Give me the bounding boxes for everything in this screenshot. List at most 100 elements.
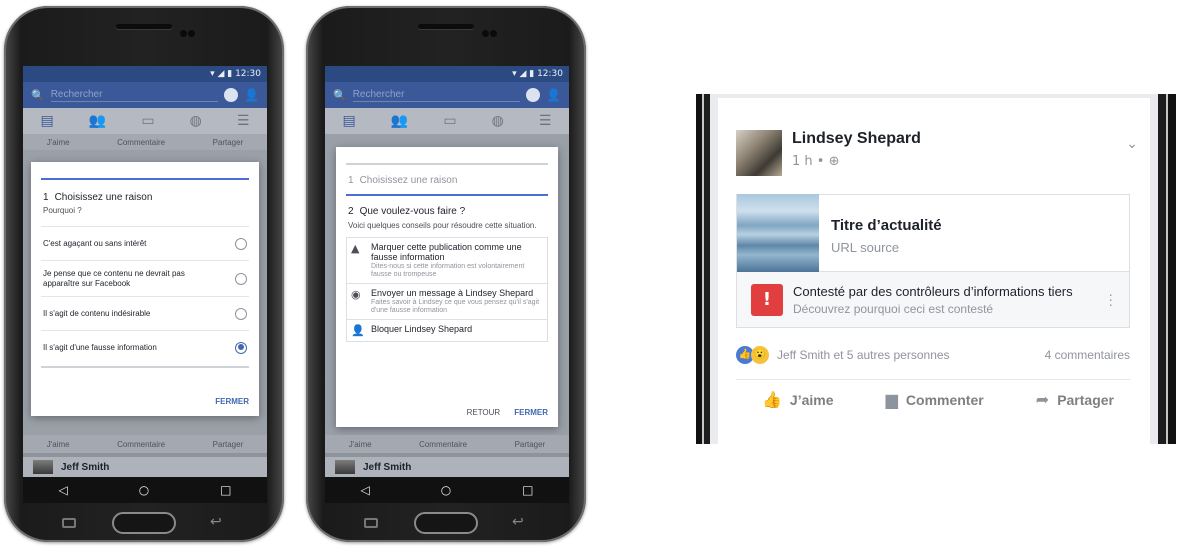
- disputed-subtitle[interactable]: Découvrez pourquoi ceci est contesté: [793, 302, 1073, 316]
- friends-icon[interactable]: 👤: [546, 88, 561, 102]
- tab-friends-icon[interactable]: 👥: [391, 113, 408, 129]
- close-button[interactable]: FERMER: [514, 408, 548, 417]
- feed-background: J'aime Commentaire Partager Jeff Smith: [23, 435, 267, 477]
- post-author[interactable]: Jeff Smith: [61, 462, 109, 473]
- like-button[interactable]: 👍 J’aime: [762, 390, 834, 409]
- hardware-recents-key[interactable]: [62, 518, 76, 528]
- close-button[interactable]: FERMER: [215, 397, 249, 406]
- step1-heading: 1 Choisissez une raison: [43, 192, 153, 203]
- avatar[interactable]: [33, 460, 53, 474]
- tab-menu-icon[interactable]: ☰: [539, 113, 552, 129]
- step1-progress: [41, 178, 249, 180]
- step2-heading: 2 Que voulez-vous faire ?: [348, 206, 466, 217]
- hardware-recents-key[interactable]: [364, 518, 378, 528]
- hardware-home-button[interactable]: [112, 512, 176, 534]
- post-action-row: J'aime Commentaire Partager: [23, 435, 267, 453]
- avatar[interactable]: [335, 460, 355, 474]
- phone-left: ▾ ◢ ▮ 12:30 🔍 Rechercher 👤 ▤ 👥 ▭ ◍ ☰ J'a…: [4, 6, 284, 542]
- search-icon[interactable]: 🔍: [333, 89, 347, 102]
- option-annoying[interactable]: C'est agaçant ou sans intérêt: [41, 226, 249, 260]
- like-button[interactable]: J'aime: [47, 138, 70, 147]
- status-bar: ▾ ◢ ▮ 12:30: [23, 66, 267, 82]
- hardware-back-key[interactable]: ↩: [512, 514, 524, 530]
- tab-globe-icon[interactable]: ◍: [190, 113, 202, 129]
- disputed-banner[interactable]: ! Contesté par des contrôleurs d’informa…: [736, 272, 1130, 328]
- search-input[interactable]: Rechercher: [50, 89, 219, 102]
- tab-marketplace-icon[interactable]: ▭: [443, 113, 456, 129]
- report-dialog-step1: 1 Choisissez une raison Pourquoi ? C'est …: [31, 162, 259, 416]
- link-thumbnail: [737, 194, 819, 272]
- front-camera: [180, 30, 187, 37]
- radio-icon[interactable]: [235, 237, 247, 250]
- phone-screen: ▾ ◢ ▮ 12:30 🔍 Rechercher 👤 ▤ 👥 ▭ ◍ ☰ J'a…: [23, 66, 267, 503]
- disputed-title: Contesté par des contrôleurs d’informati…: [793, 283, 1073, 299]
- search-icon[interactable]: 🔍: [31, 89, 45, 102]
- tab-bar: ▤ 👥 ▭ ◍ ☰: [23, 108, 267, 134]
- phone-middle: ▾ ◢ ▮ 12:30 🔍 Rechercher 👤 ▤ 👥 ▭ ◍ ☰ 1 Ch…: [306, 6, 586, 542]
- tab-globe-icon[interactable]: ◍: [492, 113, 504, 129]
- radio-icon[interactable]: [235, 272, 247, 285]
- recents-icon[interactable]: □: [220, 483, 231, 497]
- news-feed-post: Lindsey Shepard 1 h • ⊕ ⌄ Titre d’actual…: [718, 94, 1150, 444]
- share-button[interactable]: Partager: [213, 440, 244, 449]
- post-timestamp[interactable]: 1 h • ⊕: [792, 154, 921, 169]
- scene: ▾ ◢ ▮ 12:30 🔍 Rechercher 👤 ▤ 👥 ▭ ◍ ☰ J'a…: [0, 0, 1192, 548]
- more-options-icon[interactable]: · · ·: [1108, 287, 1113, 311]
- post-author[interactable]: Jeff Smith: [363, 462, 411, 473]
- post-action-row: J'aime Commentaire Partager: [23, 134, 267, 150]
- action-mark-false-news[interactable]: ▲ Marquer cette publication comme une fa…: [346, 237, 548, 284]
- tab-friends-icon[interactable]: 👥: [89, 113, 106, 129]
- share-button[interactable]: ➦ Partager: [1036, 390, 1114, 409]
- status-bar: ▾ ◢ ▮ 12:30: [325, 66, 569, 82]
- hardware-back-key[interactable]: ↩: [210, 514, 222, 530]
- radio-selected-icon[interactable]: [235, 341, 247, 354]
- feed-background: J'aime Commentaire Partager Jeff Smith: [325, 435, 569, 477]
- dialog-divider: [41, 366, 249, 368]
- tab-news-feed-icon[interactable]: ▤: [41, 113, 54, 129]
- reactions-text[interactable]: Jeff Smith et 5 autres personnes: [777, 348, 950, 362]
- like-button[interactable]: J'aime: [47, 440, 70, 449]
- friends-icon[interactable]: 👤: [244, 88, 259, 102]
- back-button[interactable]: RETOUR: [467, 408, 501, 417]
- step1-progress: [346, 163, 548, 165]
- home-icon[interactable]: ○: [441, 483, 451, 497]
- comment-button[interactable]: Commentaire: [117, 440, 165, 449]
- radio-icon[interactable]: [235, 307, 247, 320]
- action-block-user[interactable]: 👤 Bloquer Lindsey Shepard: [346, 320, 548, 342]
- option-should-not-be-on-facebook[interactable]: Je pense que ce contenu ne devrait pas a…: [41, 260, 249, 296]
- comment-button[interactable]: ▆ Commenter: [886, 390, 984, 409]
- option-spam[interactable]: Il s'agit de contenu indésirable: [41, 296, 249, 330]
- avatar[interactable]: [736, 130, 782, 176]
- action-message-user[interactable]: ◉ Envoyer un message à Lindsey Shepard F…: [346, 284, 548, 320]
- report-dialog-step2: 1 Choisissez une raison 2 Que voulez-vous …: [336, 147, 558, 427]
- back-icon[interactable]: ◁: [58, 483, 67, 497]
- like-button[interactable]: J'aime: [349, 440, 372, 449]
- post-actions: 👍 J’aime ▆ Commenter ➦ Partager: [736, 390, 1130, 409]
- share-button[interactable]: Partager: [213, 138, 244, 147]
- comments-count[interactable]: 4 commentaires: [1045, 348, 1130, 362]
- top-bar: 🔍 Rechercher 👤: [23, 82, 267, 108]
- search-input[interactable]: Rechercher: [352, 89, 521, 102]
- tab-menu-icon[interactable]: ☰: [237, 113, 250, 129]
- home-icon[interactable]: ○: [139, 483, 149, 497]
- share-button[interactable]: Partager: [515, 440, 546, 449]
- comment-button[interactable]: Commentaire: [419, 440, 467, 449]
- divider: [736, 379, 1130, 380]
- hardware-home-button[interactable]: [414, 512, 478, 534]
- post-header: Lindsey Shepard 1 h • ⊕: [736, 130, 921, 176]
- recents-icon[interactable]: □: [522, 483, 533, 497]
- dialog-footer: RETOUR FERMER: [467, 408, 548, 417]
- chevron-down-icon[interactable]: ⌄: [1126, 136, 1138, 152]
- phone-screen: ▾ ◢ ▮ 12:30 🔍 Rechercher 👤 ▤ 👥 ▭ ◍ ☰ 1 Ch…: [325, 66, 569, 503]
- messenger-icon[interactable]: [526, 88, 541, 102]
- step1-subtitle: Pourquoi ?: [43, 206, 82, 215]
- back-icon[interactable]: ◁: [360, 483, 369, 497]
- warning-icon: ▲: [351, 242, 360, 255]
- option-false-news[interactable]: Il s'agit d'une fausse information: [41, 330, 249, 364]
- messenger-icon[interactable]: [224, 88, 239, 102]
- post-author[interactable]: Lindsey Shepard: [792, 130, 921, 148]
- tab-news-feed-icon[interactable]: ▤: [343, 113, 356, 129]
- tab-marketplace-icon[interactable]: ▭: [141, 113, 154, 129]
- link-preview[interactable]: Titre d’actualité URL source: [736, 194, 1130, 272]
- comment-button[interactable]: Commentaire: [117, 138, 165, 147]
